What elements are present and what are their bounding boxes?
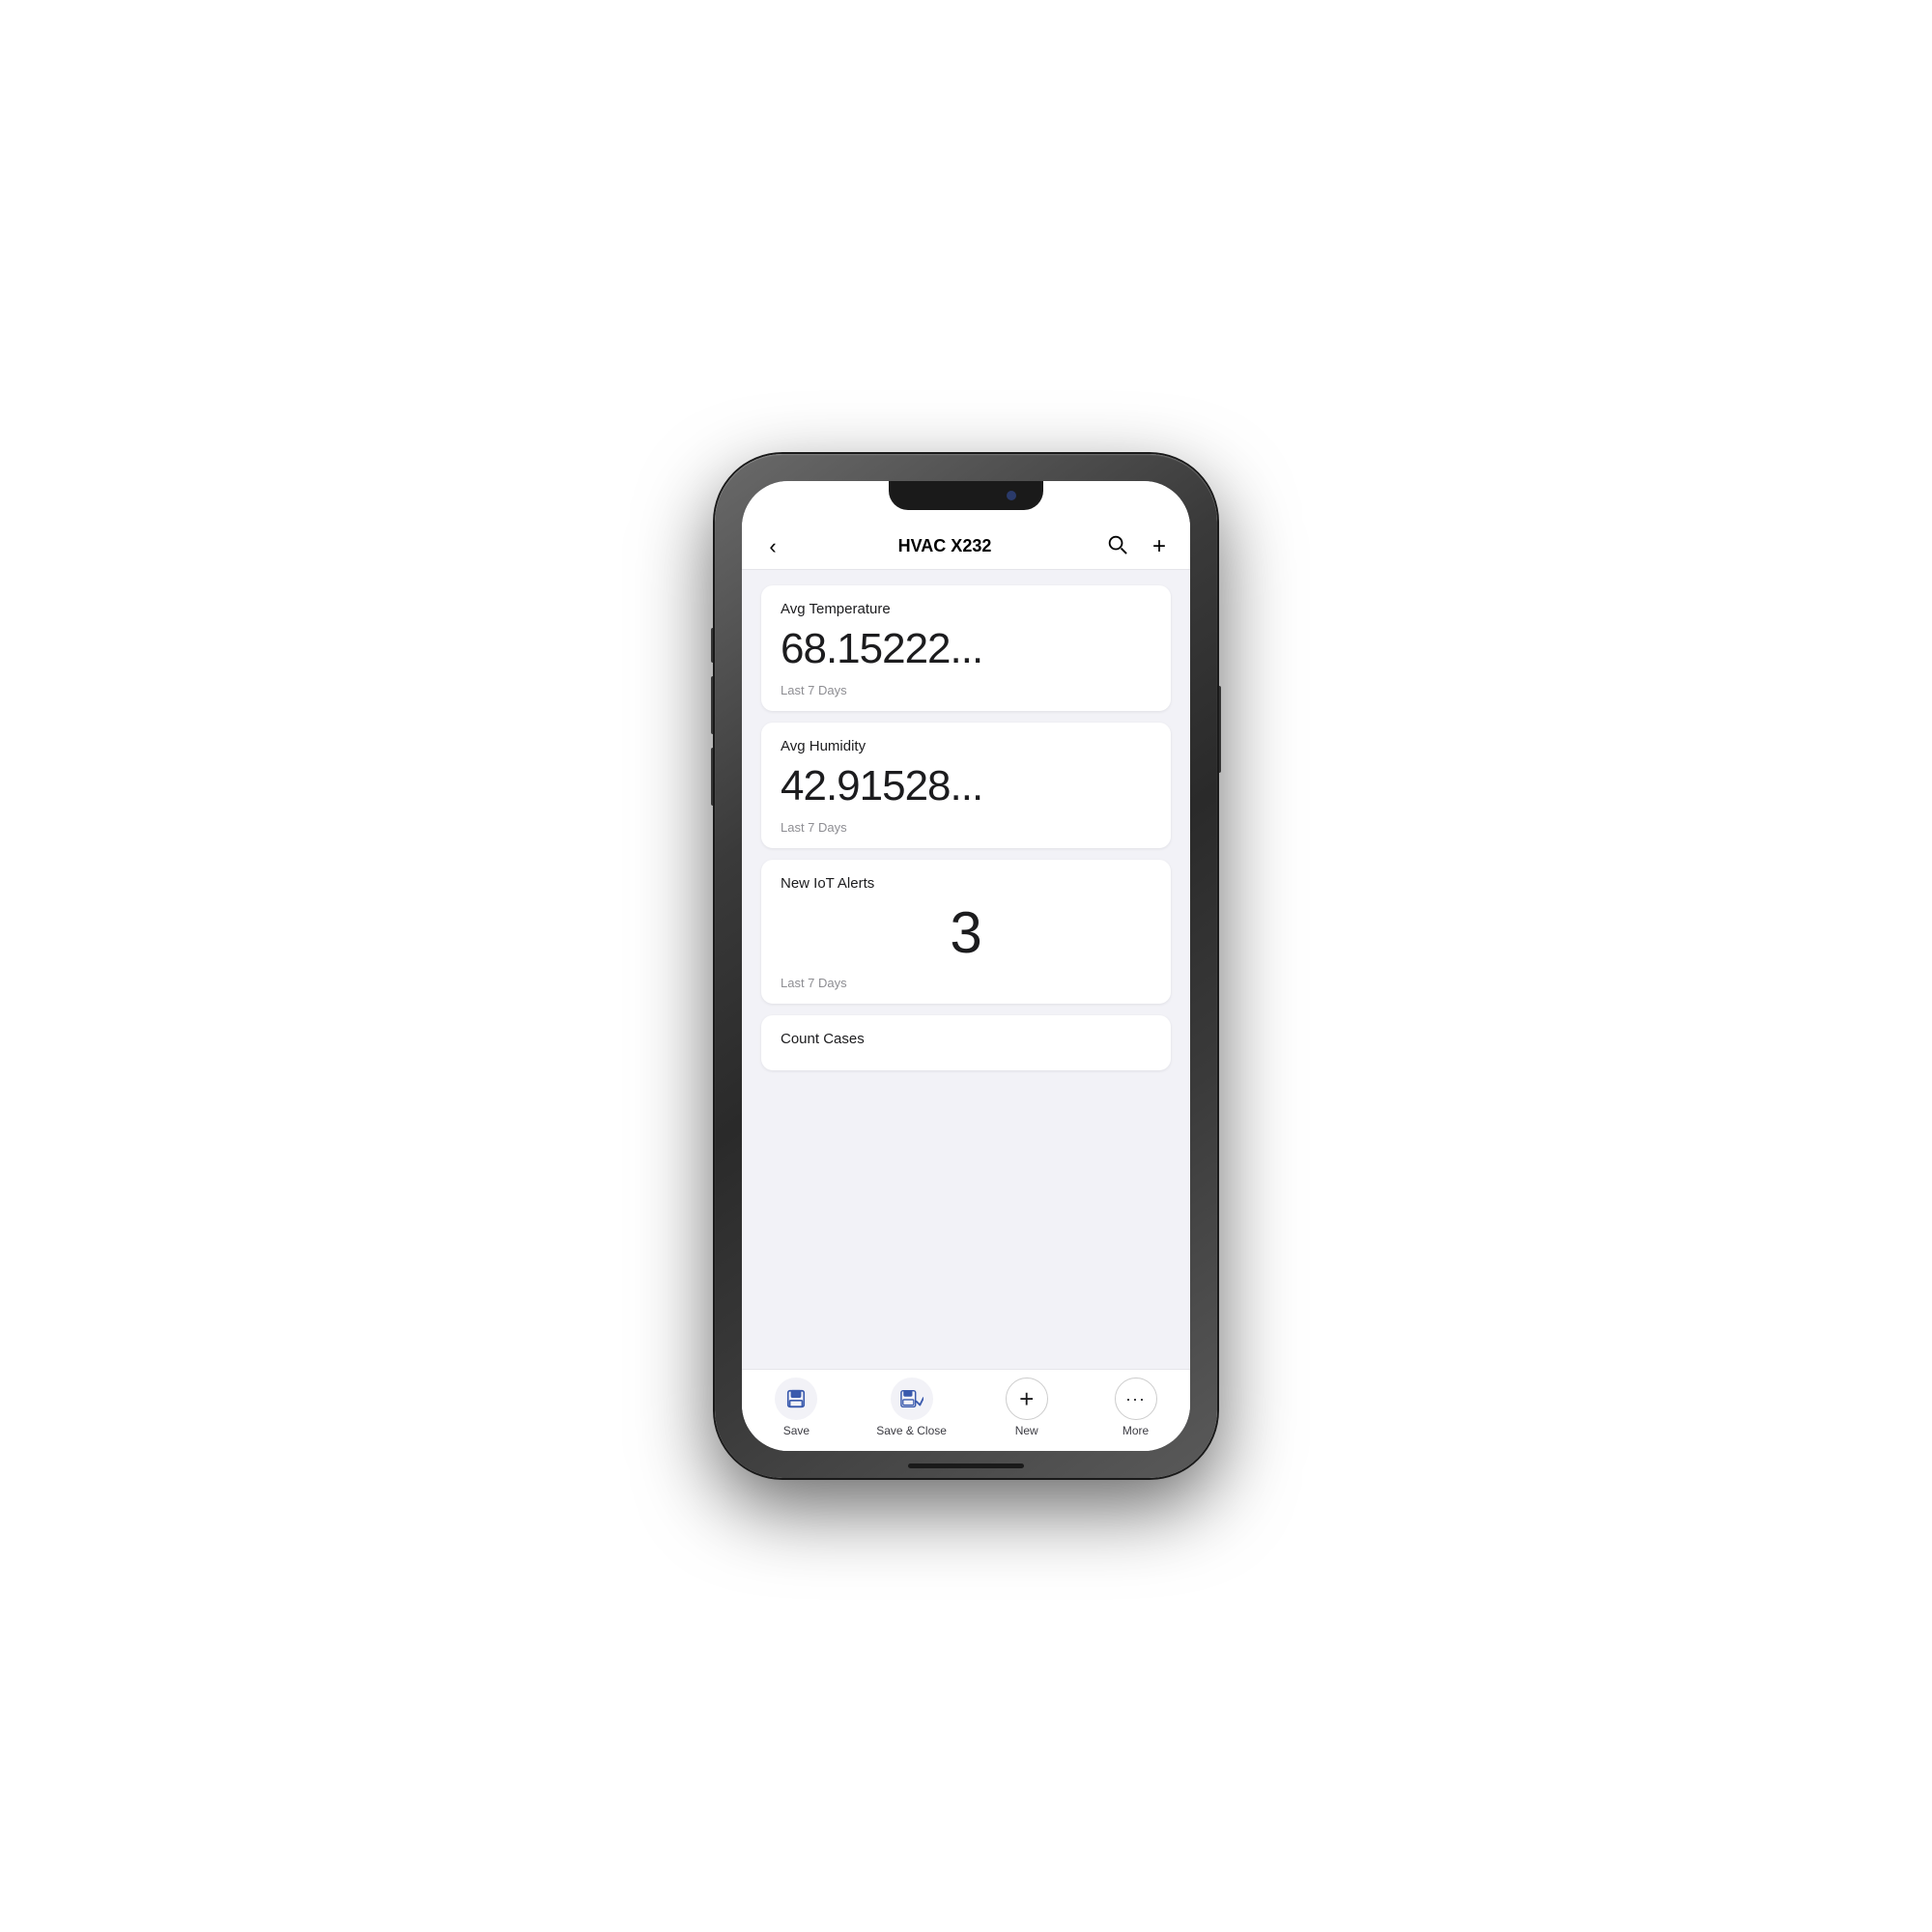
avg-humidity-subtitle: Last 7 Days [781, 820, 1151, 835]
count-cases-label: Count Cases [781, 1031, 1151, 1047]
nav-actions: + [1101, 533, 1175, 560]
add-button[interactable]: + [1144, 533, 1175, 560]
content-area: Avg Temperature 68.15222... Last 7 Days … [742, 570, 1190, 1369]
new-label: New [1015, 1424, 1038, 1437]
more-label: More [1122, 1424, 1149, 1437]
notch [889, 481, 1043, 510]
phone-screen: ‹ HVAC X232 + Avg Temperature 68.15222..… [742, 481, 1190, 1451]
save-icon [785, 1388, 807, 1409]
power-button [1217, 686, 1221, 773]
back-button[interactable]: ‹ [757, 534, 788, 559]
search-icon [1106, 533, 1127, 554]
front-camera [1007, 491, 1016, 500]
page-title: HVAC X232 [898, 536, 992, 556]
bottom-toolbar: Save Save & Close + [742, 1369, 1190, 1451]
new-iot-alerts-card: New IoT Alerts 3 Last 7 Days [761, 860, 1171, 1004]
save-label: Save [783, 1424, 810, 1437]
save-close-label: Save & Close [876, 1424, 947, 1437]
save-button[interactable]: Save [767, 1378, 825, 1437]
new-iot-alerts-subtitle: Last 7 Days [781, 976, 1151, 990]
new-iot-alerts-value: 3 [781, 899, 1151, 966]
avg-temperature-subtitle: Last 7 Days [781, 683, 1151, 697]
new-iot-alerts-label: New IoT Alerts [781, 875, 1151, 892]
save-close-icon [900, 1388, 923, 1409]
avg-humidity-card: Avg Humidity 42.91528... Last 7 Days [761, 723, 1171, 848]
save-close-icon-circle [891, 1378, 933, 1420]
avg-humidity-label: Avg Humidity [781, 738, 1151, 754]
avg-humidity-value: 42.91528... [781, 762, 1151, 810]
home-indicator[interactable] [908, 1463, 1024, 1468]
save-close-button[interactable]: Save & Close [876, 1378, 947, 1437]
avg-temperature-card: Avg Temperature 68.15222... Last 7 Days [761, 585, 1171, 711]
more-icon: ··· [1125, 1389, 1146, 1409]
avg-temperature-value: 68.15222... [781, 625, 1151, 673]
new-icon: + [1019, 1386, 1034, 1411]
count-cases-card: Count Cases [761, 1015, 1171, 1070]
nav-bar: ‹ HVAC X232 + [742, 524, 1190, 570]
new-button[interactable]: + New [998, 1378, 1056, 1437]
more-button[interactable]: ··· More [1107, 1378, 1165, 1437]
avg-temperature-label: Avg Temperature [781, 601, 1151, 617]
more-icon-circle: ··· [1115, 1378, 1157, 1420]
save-icon-circle [775, 1378, 817, 1420]
search-button[interactable] [1101, 533, 1132, 560]
new-icon-circle: + [1006, 1378, 1048, 1420]
